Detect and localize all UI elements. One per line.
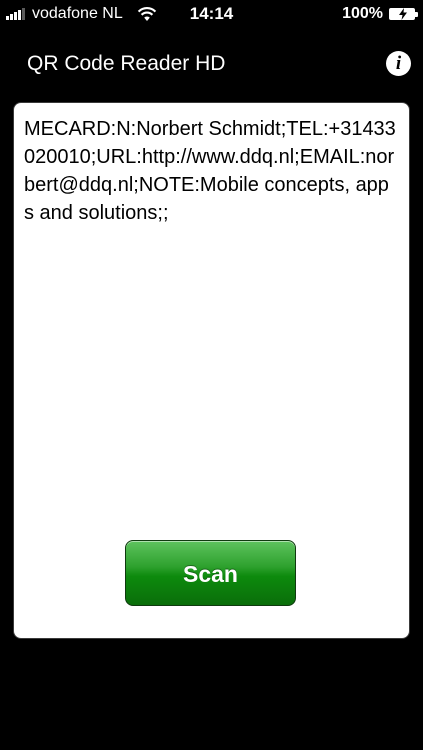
scan-result-text[interactable]: MECARD:N:Norbert Schmidt;TEL:+3143302001…: [24, 115, 396, 227]
battery-percent: 100%: [342, 5, 383, 22]
info-button[interactable]: i: [386, 51, 411, 76]
status-right: 100%: [342, 4, 418, 24]
status-bar: vodafone NL 14:14 100%: [0, 0, 423, 28]
scan-button[interactable]: Scan: [125, 540, 296, 606]
info-icon: i: [395, 53, 402, 74]
app-screen: vodafone NL 14:14 100% QR Code Reader HD…: [0, 0, 423, 750]
nav-bar: QR Code Reader HD i: [0, 36, 423, 92]
battery-charging-icon: [389, 8, 418, 20]
app-title: QR Code Reader HD: [27, 52, 226, 75]
result-card: MECARD:N:Norbert Schmidt;TEL:+3143302001…: [14, 103, 409, 638]
scan-button-label: Scan: [183, 561, 238, 587]
